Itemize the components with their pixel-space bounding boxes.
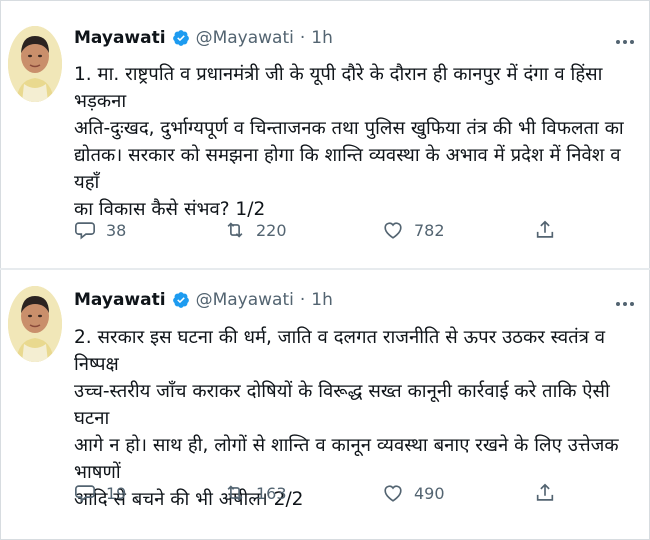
more-options-icon[interactable] xyxy=(616,302,634,306)
share-button[interactable] xyxy=(534,219,556,241)
retweet-icon xyxy=(227,485,243,501)
verified-badge-icon xyxy=(172,291,190,309)
retweet-icon xyxy=(227,222,243,238)
tweet-actions: 19 163 490 xyxy=(74,482,634,512)
like-icon xyxy=(384,222,402,239)
tweet-actions: 38 220 782 xyxy=(74,219,634,249)
author-handle[interactable]: @Mayawati xyxy=(196,28,294,48)
timestamp[interactable]: 1h xyxy=(311,28,333,48)
avatar[interactable] xyxy=(8,26,62,102)
share-icon xyxy=(536,220,554,238)
share-icon xyxy=(536,483,554,501)
tweet[interactable]: Mayawati @Mayawati · 1h 2. सरकार इस घटना… xyxy=(0,270,650,538)
retweet-count: 220 xyxy=(256,220,287,240)
author-name[interactable]: Mayawati xyxy=(74,28,166,48)
share-button[interactable] xyxy=(534,482,556,504)
separator-dot: · xyxy=(299,28,306,48)
retweet-button[interactable]: 163 xyxy=(224,482,287,504)
reply-count: 38 xyxy=(106,220,127,240)
author-name[interactable]: Mayawati xyxy=(74,290,166,310)
like-count: 490 xyxy=(414,483,445,503)
reply-icon xyxy=(75,485,95,503)
reply-count: 19 xyxy=(106,483,127,503)
retweet-count: 163 xyxy=(256,483,287,503)
more-options-icon[interactable] xyxy=(616,40,634,44)
retweet-button[interactable]: 220 xyxy=(224,219,287,241)
reply-button[interactable]: 38 xyxy=(74,219,126,241)
avatar[interactable] xyxy=(8,286,62,362)
like-button[interactable]: 782 xyxy=(382,219,445,241)
reply-icon xyxy=(75,222,95,240)
tweet-text: 1. मा. राष्ट्रपति व प्रधानमंत्री जी के य… xyxy=(74,64,624,220)
separator-dot: · xyxy=(299,290,306,310)
like-button[interactable]: 490 xyxy=(382,482,445,504)
like-count: 782 xyxy=(414,220,445,240)
author-handle[interactable]: @Mayawati xyxy=(196,290,294,310)
like-icon xyxy=(384,485,402,502)
verified-badge-icon xyxy=(172,29,190,47)
tweet[interactable]: Mayawati @Mayawati · 1h 1. मा. राष्ट्रपत… xyxy=(0,0,650,268)
timestamp[interactable]: 1h xyxy=(311,290,333,310)
reply-button[interactable]: 19 xyxy=(74,482,126,504)
